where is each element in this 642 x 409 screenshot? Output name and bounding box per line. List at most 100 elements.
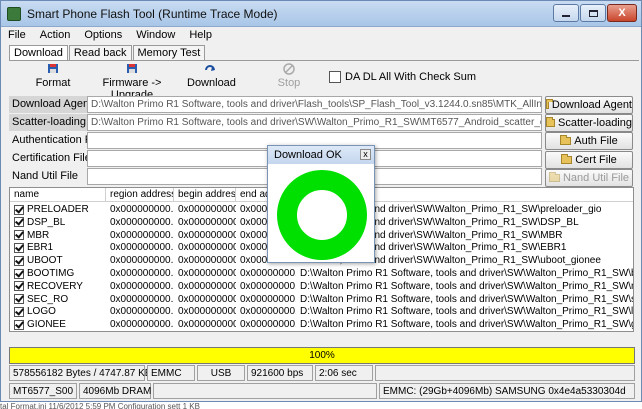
partition-name-cell: LOGO xyxy=(10,305,106,318)
menu-options[interactable]: Options xyxy=(77,27,129,45)
partition-checkbox[interactable] xyxy=(14,319,24,330)
cert-label: Certification File xyxy=(12,152,91,164)
partition-path-cell: D:\Walton Primo R1 Software, tools and d… xyxy=(300,268,634,279)
auth-label: Authentication File xyxy=(12,134,103,146)
dialog-close-button[interactable]: x xyxy=(360,149,371,160)
table-row[interactable]: GIONEE 0x000000000... 0x000000000... 0x0000… xyxy=(10,318,633,331)
scatter-button-label: Scatter-loading xyxy=(558,117,632,129)
partition-path-cell: D:\Walton Primo R1 Software, tools and d… xyxy=(300,280,634,292)
partition-name-cell: SEC_RO xyxy=(10,293,106,306)
col-name[interactable]: name xyxy=(10,188,106,202)
format-label: Format xyxy=(35,77,71,89)
menu-help[interactable]: Help xyxy=(182,27,219,45)
scatter-button[interactable]: Scatter-loading xyxy=(545,114,633,132)
table-row[interactable]: LOGO 0x000000000... 0x000000000... 0x000000… xyxy=(10,305,633,318)
partition-checkbox[interactable] xyxy=(14,217,24,228)
download-icon xyxy=(202,63,218,75)
minimize-button[interactable] xyxy=(553,4,579,22)
status-row-2: MT6577_S00 4096Mb DRAM EMMC: (29Gb+4096M… xyxy=(9,383,635,399)
partition-end-cell: 0x00000000... xyxy=(240,319,296,331)
format-icon xyxy=(45,63,61,75)
partition-checkbox[interactable] xyxy=(14,255,24,266)
partition-begin-cell: 0x000000000... xyxy=(178,306,236,318)
tab-read-back[interactable]: Read back xyxy=(68,45,132,61)
stop-icon xyxy=(281,63,297,75)
partition-region-cell: 0x000000000... xyxy=(110,268,174,279)
success-ring-icon xyxy=(277,170,367,260)
partition-checkbox[interactable] xyxy=(14,306,24,317)
tab-strip: Download Read back Memory Test xyxy=(9,45,206,61)
partition-name: BOOTIMG xyxy=(27,268,75,279)
app-icon xyxy=(7,7,21,21)
partition-name: RECOVERY xyxy=(27,280,83,292)
auth-button[interactable]: Auth File xyxy=(545,132,633,150)
partition-checkbox[interactable] xyxy=(14,242,24,253)
download-label: Download xyxy=(187,77,236,89)
cert-button[interactable]: Cert File xyxy=(545,151,633,169)
folder-icon xyxy=(548,172,560,182)
partition-end-cell: 0x00000000... xyxy=(240,306,296,318)
partition-region-cell: 0x000000000... xyxy=(110,255,174,267)
partition-name-cell: BOOTIMG xyxy=(10,267,106,280)
partition-checkbox[interactable] xyxy=(14,204,24,215)
download-agent-button[interactable]: Download Agent xyxy=(545,96,633,114)
tab-memory-test[interactable]: Memory Test xyxy=(132,45,206,61)
tab-download[interactable]: Download xyxy=(9,45,68,61)
col-begin-address[interactable]: begin address xyxy=(174,188,236,202)
da-checksum-option[interactable]: DA DL All With Check Sum xyxy=(329,71,476,83)
status-chip: MT6577_S00 xyxy=(9,383,77,399)
table-row[interactable]: BOOTIMG 0x000000000... 0x000000000... 0x000… xyxy=(10,267,634,280)
partition-region-cell: 0x000000000... xyxy=(110,280,174,292)
partition-checkbox[interactable] xyxy=(14,294,24,305)
table-row[interactable]: SEC_RO 0x000000000... 0x000000000... 0x0000… xyxy=(10,293,633,306)
firmware-icon xyxy=(124,63,140,75)
partition-end-cell: 0x00000000... xyxy=(240,280,296,292)
folder-icon xyxy=(546,117,555,127)
col-region-address[interactable]: region address xyxy=(106,188,174,202)
scatter-field[interactable]: D:\Walton Primo R1 Software, tools and d… xyxy=(87,114,542,131)
partition-name-cell: RECOVERY xyxy=(10,280,106,293)
background-explorer-strip: tal Format.ini 11/6/2012 5:59 PM Configu… xyxy=(0,402,642,409)
nand-button[interactable]: Nand Util File xyxy=(545,169,633,187)
minimize-icon xyxy=(562,15,570,17)
table-row[interactable]: RECOVERY 0x000000000... 0x000000000... 0x00… xyxy=(10,280,634,293)
partition-begin-cell: 0x000000000... xyxy=(178,255,236,267)
progress-bar: 100% xyxy=(9,347,635,364)
da-checksum-checkbox[interactable] xyxy=(329,71,341,83)
folder-icon xyxy=(546,99,553,109)
nand-label: Nand Util File xyxy=(12,170,79,182)
download-button[interactable]: Download xyxy=(187,63,236,91)
partition-name: GIONEE xyxy=(27,319,66,331)
status-row-1: 578556182 Bytes / 4747.87 KBps EMMC USB … xyxy=(9,365,635,381)
close-button[interactable]: X xyxy=(607,4,637,22)
tab-divider xyxy=(9,60,639,61)
progress-label: 100% xyxy=(309,350,335,361)
app-window: Smart Phone Flash Tool (Runtime Trace Mo… xyxy=(0,0,642,402)
status-empty xyxy=(375,365,635,381)
menu-file[interactable]: File xyxy=(1,27,33,45)
status-transfer: 578556182 Bytes / 4747.87 KBps xyxy=(9,365,162,381)
partition-checkbox[interactable] xyxy=(14,230,24,241)
partition-name-cell: MBR xyxy=(10,229,106,242)
scatter-row: Scatter-loading File D:\Walton Primo R1 … xyxy=(9,114,542,131)
maximize-button[interactable] xyxy=(580,4,606,22)
window-title: Smart Phone Flash Tool (Runtime Trace Mo… xyxy=(27,7,278,21)
partition-name-cell: GIONEE xyxy=(10,318,106,331)
download-agent-field[interactable]: D:\Walton Primo R1 Software, tools and d… xyxy=(87,96,542,113)
folder-icon xyxy=(561,154,573,164)
menu-action[interactable]: Action xyxy=(33,27,78,45)
stop-label: Stop xyxy=(277,77,301,89)
format-button[interactable]: Format xyxy=(25,63,81,91)
menu-window[interactable]: Window xyxy=(129,27,182,45)
stop-button[interactable]: Stop xyxy=(271,63,307,91)
title-bar: Smart Phone Flash Tool (Runtime Trace Mo… xyxy=(1,1,641,27)
firmware-upgrade-button[interactable]: Firmware -> Upgrade xyxy=(89,63,175,101)
partition-path-cell: D:\Walton Primo R1 Software, tools and d… xyxy=(300,319,633,331)
partition-region-cell: 0x000000000... xyxy=(110,306,174,318)
partition-name: PRELOADER xyxy=(27,204,89,215)
partition-checkbox[interactable] xyxy=(14,281,24,292)
partition-checkbox[interactable] xyxy=(14,268,24,279)
partition-name-cell: UBOOT xyxy=(10,254,106,267)
download-agent-label: Download Agent xyxy=(9,96,92,113)
download-agent-button-label: Download Agent xyxy=(551,99,632,111)
